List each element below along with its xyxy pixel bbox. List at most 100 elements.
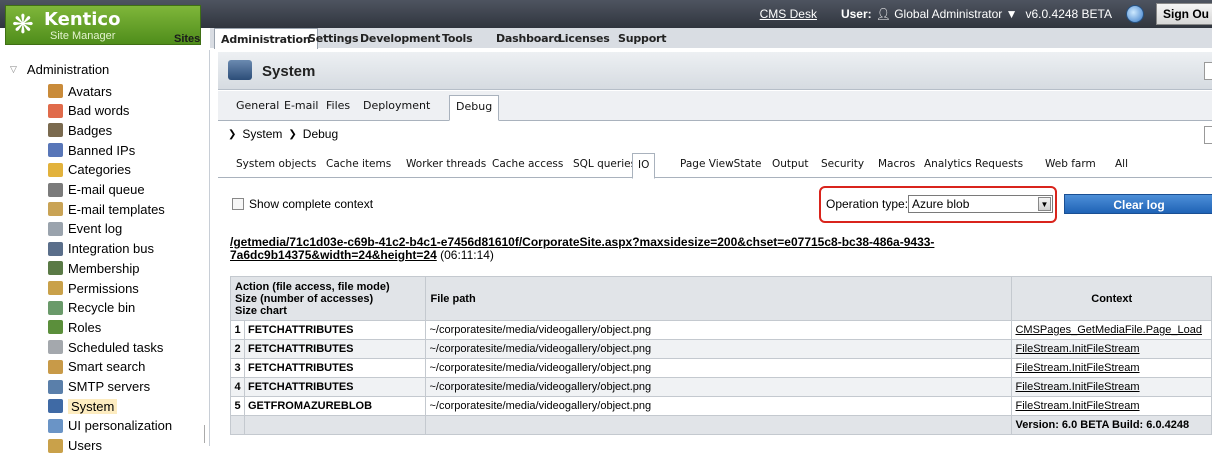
row-file-path: ~/corporatesite/media/videogallery/objec… — [425, 339, 1013, 359]
system-icon — [228, 60, 252, 80]
sidebar-item-e-mail-templates[interactable]: E-mail templates — [48, 199, 165, 219]
crumb-side-box[interactable] — [1204, 126, 1212, 144]
row-number: 2 — [230, 339, 245, 359]
sidebar-resize-handle[interactable] — [204, 425, 216, 443]
tab-output[interactable]: Output — [772, 158, 808, 170]
sign-out-button[interactable]: Sign Ou — [1156, 3, 1212, 25]
header-side-box[interactable] — [1204, 62, 1212, 80]
row-context-link[interactable]: FileStream.InitFileStream — [1011, 377, 1212, 397]
row-action: FETCHATTRIBUTES — [243, 320, 427, 340]
row-context-link[interactable]: FileStream.InitFileStream — [1011, 358, 1212, 378]
tab-cache-access[interactable]: Cache access — [492, 158, 563, 170]
user-label: User: — [840, 7, 872, 21]
row-context-link[interactable]: FileStream.InitFileStream — [1011, 339, 1212, 359]
sidebar-item-label: System — [68, 398, 118, 414]
file-path-column-header: File path — [425, 276, 1013, 321]
row-action: FETCHATTRIBUTES — [243, 358, 427, 378]
tab-analytics[interactable]: Analytics — [924, 158, 972, 170]
sidebar-item-badges[interactable]: Badges — [48, 120, 112, 140]
tab-cache-items[interactable]: Cache items — [326, 158, 391, 170]
row-number: 3 — [230, 358, 245, 378]
row-context-link[interactable]: FileStream.InitFileStream — [1011, 396, 1212, 416]
sidebar: ▽ Administration Avatars Bad words Badges Ba… — [0, 50, 210, 453]
sidebar-item-recycle-bin[interactable]: Recycle bin — [48, 298, 135, 318]
menu-item-tools[interactable]: Tools — [442, 28, 473, 48]
row-action: FETCHATTRIBUTES — [243, 339, 427, 359]
roles-icon — [48, 320, 63, 335]
sidebar-root-administration[interactable]: ▽ Administration — [10, 62, 109, 77]
row-action: GETFROMAZUREBLOB — [243, 396, 427, 416]
tab-security[interactable]: Security — [821, 158, 864, 170]
cms-desk-link[interactable]: CMS Desk — [760, 7, 817, 21]
sidebar-item-smart-search[interactable]: Smart search — [48, 357, 145, 377]
clear-log-button[interactable]: Clear log — [1064, 194, 1212, 214]
sidebar-item-ui-personalization[interactable]: UI personalization — [48, 416, 172, 436]
menu-item-administration[interactable]: Administration — [214, 28, 318, 49]
chevron-down-icon[interactable]: ▼ — [1006, 7, 1018, 21]
sidebar-item-permissions[interactable]: Permissions — [48, 278, 139, 298]
tab-page-viewstate[interactable]: Page ViewState — [680, 158, 761, 170]
table-row: 3 FETCHATTRIBUTES ~/corporatesite/media/vi… — [230, 358, 1212, 378]
sidebar-item-label: E-mail queue — [68, 182, 145, 197]
tab-deployment[interactable]: Deployment — [363, 99, 430, 112]
sidebar-item-label: Integration bus — [68, 241, 155, 257]
sidebar-item-system[interactable]: System — [48, 396, 118, 416]
sidebar-item-label: E-mail templates — [68, 201, 165, 217]
sidebar-item-smtp-servers[interactable]: SMTP servers — [48, 377, 150, 397]
kentico-logo[interactable]: ❋ Kentico Site Manager — [5, 5, 201, 45]
tab-files[interactable]: Files — [326, 99, 350, 112]
tab-system-objects[interactable]: System objects — [236, 158, 316, 170]
sidebar-item-e-mail-queue[interactable]: E-mail queue — [48, 180, 145, 200]
tab-all[interactable]: All — [1115, 158, 1128, 170]
collapse-triangle-icon[interactable]: ▽ — [10, 64, 17, 75]
request-url-link-line2[interactable]: 7a6dc9b14375&width=24&height=24 — [230, 248, 437, 262]
tab-worker-threads[interactable]: Worker threads — [406, 158, 486, 170]
menu-item-development[interactable]: Development — [360, 28, 440, 48]
show-context-checkbox[interactable] — [232, 198, 244, 210]
tab-web-farm[interactable]: Web farm — [1045, 158, 1096, 170]
operation-type-value: Azure blob — [912, 197, 970, 211]
tab-macros[interactable]: Macros — [878, 158, 915, 170]
tab-io[interactable]: IO — [632, 153, 656, 179]
tab-general[interactable]: General — [236, 99, 279, 112]
tab-requests[interactable]: Requests — [975, 158, 1023, 170]
dropdown-arrow-icon[interactable]: ▼ — [1038, 197, 1051, 211]
sidebar-item-avatars[interactable]: Avatars — [48, 81, 112, 101]
tab-sql-queries[interactable]: SQL queries — [573, 158, 636, 170]
operation-type-select[interactable]: Azure blob ▼ — [908, 195, 1053, 213]
show-context-label[interactable]: Show complete context — [249, 197, 373, 211]
row-file-path: ~/corporatesite/media/videogallery/objec… — [425, 358, 1013, 378]
row-context-link[interactable]: CMSPages_GetMediaFile.Page_Load — [1011, 320, 1212, 340]
sidebar-item-bad-words[interactable]: Bad words — [48, 101, 129, 121]
sidebar-item-membership[interactable]: Membership — [48, 258, 140, 278]
sidebar-item-label: Membership — [68, 260, 140, 276]
request-url-link-line1[interactable]: /getmedia/71c1d03e-c69b-41c2-b4c1-e7456d… — [230, 235, 934, 249]
sidebar-item-event-log[interactable]: Event log — [48, 219, 122, 239]
sidebar-item-roles[interactable]: Roles — [48, 317, 101, 337]
main-content: System General E-mail Files Deployment Debug… — [218, 52, 1212, 446]
menu-item-licenses[interactable]: Licenses — [558, 28, 610, 48]
show-context-row: Show complete context — [232, 197, 373, 211]
table-footer-row: Version: 6.0 BETA Build: 6.0.4248 — [230, 415, 1212, 435]
tab-debug[interactable]: Debug — [449, 95, 500, 121]
ui-personalization-icon — [48, 418, 63, 433]
sidebar-item-integration-bus[interactable]: Integration bus — [48, 239, 154, 259]
tab-e-mail[interactable]: E-mail — [284, 99, 319, 112]
table-row: 1 FETCHATTRIBUTES ~/corporatesite/media/vi… — [230, 320, 1212, 340]
breadcrumb-system[interactable]: System — [242, 127, 282, 141]
integration-bus-icon — [48, 241, 63, 256]
sites-menu-item[interactable]: Sites — [174, 33, 200, 45]
menu-item-settings[interactable]: Settings — [308, 28, 359, 48]
sidebar-item-label: Permissions — [68, 280, 139, 296]
avatar-icon — [48, 84, 63, 98]
sidebar-item-label: Badges — [68, 122, 113, 138]
sidebar-item-categories[interactable]: Categories — [48, 160, 131, 180]
menu-item-support[interactable]: Support — [618, 28, 667, 48]
menu-item-dashboard[interactable]: Dashboard — [496, 28, 561, 48]
banned-ip-icon — [48, 143, 63, 158]
smart-search-icon — [48, 359, 63, 374]
globe-icon[interactable] — [1126, 5, 1144, 23]
sidebar-item-scheduled-tasks[interactable]: Scheduled tasks — [48, 337, 163, 357]
sidebar-item-banned-ips[interactable]: Banned IPs — [48, 140, 135, 160]
user-menu[interactable]: Global Administrator — [894, 7, 1002, 21]
